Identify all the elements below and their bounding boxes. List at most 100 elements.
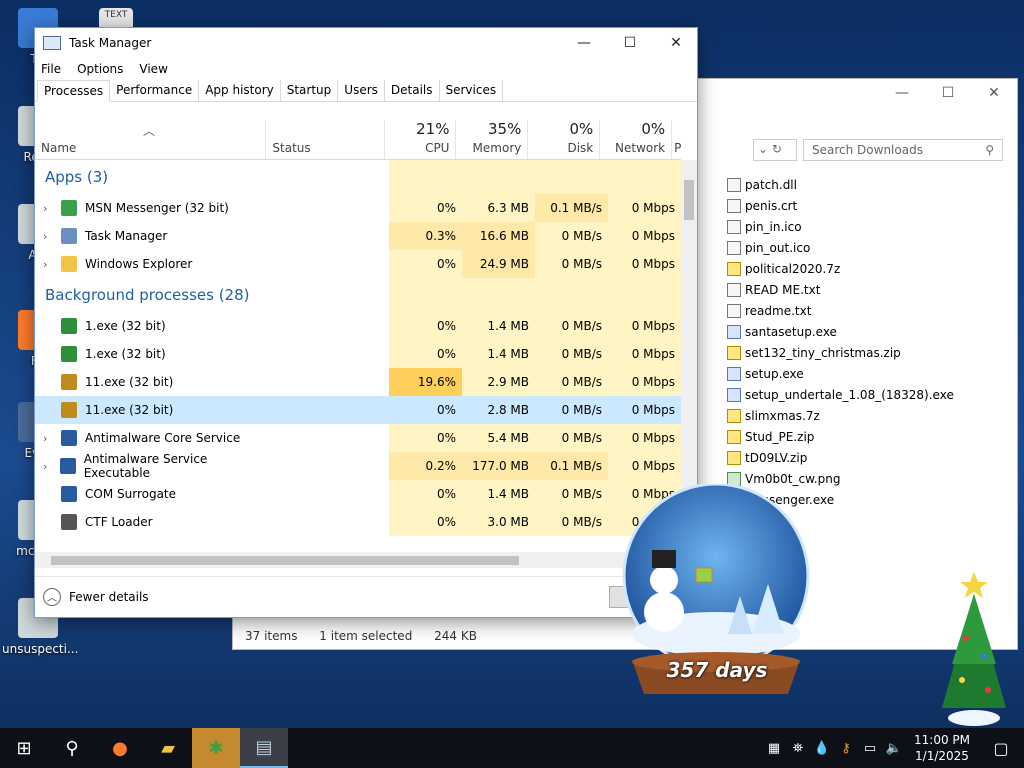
process-cpu: 0% [389,340,462,368]
file-item[interactable]: pin_out.ico [727,237,1017,258]
notification-icon[interactable]: ▢ [978,739,1024,758]
minimize-icon[interactable]: — [561,28,607,58]
file-name: setup_undertale_1.08_(18328).exe [745,387,954,402]
tray-drop-icon[interactable]: 💧 [810,741,834,756]
process-row[interactable]: CTF Loader0%3.0 MB0 MB/s0 Mbps [35,508,681,536]
tab-details[interactable]: Details [385,80,440,101]
process-row[interactable]: › MSN Messenger (32 bit) 0% 6.3 MB 0.1 MB/s 0… [35,194,681,222]
taskbar-taskmanager[interactable]: ▤ [240,728,288,768]
menu-options[interactable]: Options [77,62,123,76]
chevron-up-icon[interactable]: ︿ [43,587,61,606]
chevron-right-icon[interactable]: › [43,460,56,473]
column-status[interactable]: Status [265,120,383,159]
taskbar-explorer[interactable]: ▰ [144,728,192,768]
process-row[interactable]: › Antimalware Service Executable 0.2% 177.0… [35,452,681,480]
clock-time: 11:00 PM [914,733,970,747]
process-row[interactable]: 11.exe (32 bit) 19.6% 2.9 MB 0 MB/s 0 Mbps [35,368,681,396]
file-item[interactable]: setup_undertale_1.08_(18328).exe [727,384,1017,405]
chevron-right-icon[interactable]: › [43,202,57,215]
maximize-icon[interactable]: ☐ [607,28,653,58]
process-cpu: 0% [389,508,462,536]
taskbar-firefox[interactable]: ● [96,728,144,768]
file-item[interactable]: READ ME.txt [727,279,1017,300]
task-manager-titlebar[interactable]: Task Manager — ☐ ✕ [35,28,697,58]
process-memory: 2.8 MB [487,403,529,417]
group-filler [389,278,462,312]
chevron-right-icon[interactable]: › [43,258,57,271]
tab-processes[interactable]: Processes [37,80,111,102]
address-dropdown[interactable]: ⌄ ↻ [753,139,797,161]
msn-icon [61,200,77,216]
process-row[interactable]: COM Surrogate 0% 1.4 MB 0 MB/s 0 Mbps [35,480,681,508]
column-cpu[interactable]: 21% CPU [383,120,456,159]
file-item[interactable]: santasetup.exe [727,321,1017,342]
group-filler [535,160,608,194]
process-name: MSN Messenger (32 bit) [85,201,229,215]
file-item[interactable]: slimxmas.7z [727,405,1017,426]
scroll-thumb[interactable] [51,556,519,565]
file-item[interactable]: political2020.7z [727,258,1017,279]
column-power[interactable]: P [671,120,681,159]
column-name[interactable]: ︿ Name [35,120,265,159]
volume-icon[interactable]: 🔈 [882,741,906,756]
file-item[interactable]: set132_tiny_christmas.zip [727,342,1017,363]
tab-users[interactable]: Users [338,80,385,101]
search-button[interactable]: ⚲ [48,728,96,768]
clock[interactable]: 11:00 PM 1/1/2025 [906,732,978,764]
process-row[interactable]: 11.exe (32 bit) 0% 2.8 MB 0 MB/s 0 Mbps [35,396,681,424]
column-memory[interactable]: 35% Memory [455,120,527,159]
chevron-right-icon[interactable]: › [43,230,57,243]
close-icon[interactable]: ✕ [653,28,697,58]
column-network[interactable]: 0% Network [599,120,671,159]
tray-key-icon[interactable]: ⚷ [834,741,858,756]
item-count: 37 items [245,629,298,643]
file-item[interactable]: Stud_PE.zip [727,426,1017,447]
tab-app-history[interactable]: App history [199,80,281,101]
file-item[interactable]: readme.txt [727,300,1017,321]
footer: ︿ Fewer details [35,576,697,616]
file-item[interactable]: tD09LV.zip [727,447,1017,468]
group-header[interactable]: Background processes (28) [35,278,681,312]
process-row[interactable]: 1.exe (32 bit) 0% 1.4 MB 0 MB/s 0 Mbps [35,340,681,368]
tab-performance[interactable]: Performance [110,80,200,101]
network-icon[interactable]: ▭ [858,741,882,756]
file-item[interactable]: patch.dll [727,174,1017,195]
close-icon[interactable]: ✕ [971,85,1017,107]
chevron-right-icon[interactable]: › [43,432,57,445]
process-row[interactable]: › Antimalware Core Service 0% 5.4 MB 0 MB/s 0… [35,424,681,452]
menu-file[interactable]: File [41,62,61,76]
tab-startup[interactable]: Startup [281,80,339,101]
process-memory: 5.4 MB [462,424,535,452]
tree-icon [61,374,77,390]
process-status [269,368,389,396]
maximize-icon[interactable]: ☐ [925,85,971,107]
process-disk: 0 MB/s [535,312,608,340]
process-row[interactable]: › Task Manager 0.3% 16.6 MB 0 MB/s 0 Mbps [35,222,681,250]
tray-people-icon[interactable]: ⛯ [786,741,810,756]
scroll-thumb[interactable] [684,180,694,220]
process-memory: 24.9 MB [462,250,535,278]
minimize-icon[interactable]: — [879,85,925,107]
column-disk[interactable]: 0% Disk [527,120,599,159]
tab-services[interactable]: Services [440,80,504,101]
search-input[interactable]: Search Downloads ⚲ [803,139,1003,161]
horizontal-scrollbar[interactable] [35,552,681,568]
tray-app-icon[interactable]: ▦ [762,741,786,756]
process-network: 0 Mbps [608,452,681,480]
file-item[interactable]: setup.exe [727,363,1017,384]
group-filler [608,160,681,194]
start-button[interactable]: ⊞ [0,728,48,768]
search-icon: ⚲ [985,143,994,157]
process-name: Task Manager [85,229,168,243]
fewer-details-link[interactable]: Fewer details [69,590,149,604]
file-item[interactable]: penis.crt [727,195,1017,216]
menu-view[interactable]: View [139,62,167,76]
process-row[interactable]: 1.exe (32 bit) 0% 1.4 MB 0 MB/s 0 Mbps [35,312,681,340]
process-row[interactable]: › Windows Explorer 0% 24.9 MB 0 MB/s 0 Mbps [35,250,681,278]
process-name-cell: › MSN Messenger (32 bit) [35,194,269,222]
pen-icon [61,514,77,530]
taskbar-msn[interactable]: ✱ [192,728,240,768]
file-item[interactable]: pin_in.ico [727,216,1017,237]
group-header[interactable]: Apps (3) [35,160,681,194]
sort-up-icon: ︿ [143,124,156,138]
